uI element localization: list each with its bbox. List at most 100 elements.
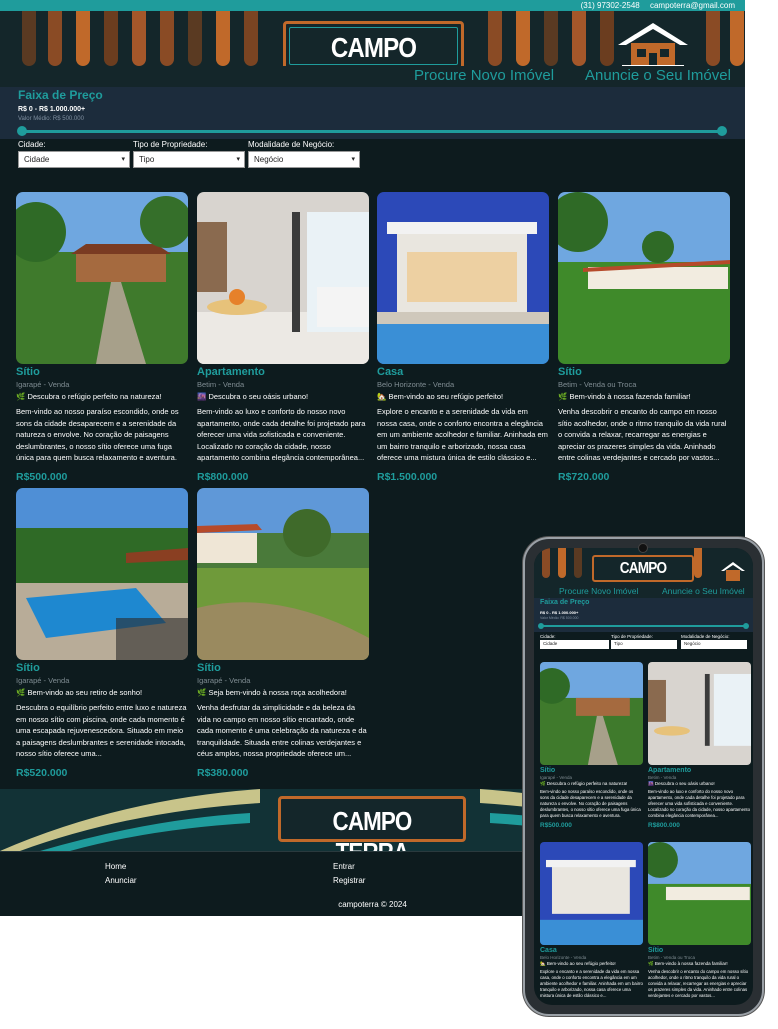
header-banner: CAMPO TERRA: [0, 11, 745, 66]
chevron-down-icon: ▾: [351, 156, 355, 163]
footer-logo[interactable]: CAMPO TERRA: [278, 796, 466, 851]
listing-card[interactable]: Sítio Igarapé - Venda 🌿 Bem-vindo ao seu…: [16, 488, 188, 779]
price-slider-track[interactable]: [22, 130, 722, 133]
camera-icon: [638, 543, 648, 553]
listing-card[interactable]: Apartamento Betim - Venda 🌆 Descubra o s…: [648, 662, 751, 829]
listing-price: R$520.000: [16, 767, 68, 779]
listing-price: R$800.000: [648, 822, 680, 829]
email-address[interactable]: campoterra@gmail.com: [650, 1, 735, 10]
price-filter: Faixa de Preço R$ 0 - R$ 1.000.000+ Valo…: [0, 87, 745, 139]
listing-location: Betim - Venda ou Troca: [558, 380, 637, 389]
listing-headline: Descubra o refúgio perfeito na natureza!: [546, 781, 628, 786]
listing-card[interactable]: Sítio Betim - Venda ou Troca 🌿 Bem-vindo…: [558, 192, 730, 483]
nav-search-property[interactable]: Procure Novo Imóvel: [414, 67, 554, 84]
house-icon[interactable]: [720, 561, 746, 581]
price-range-text: R$ 0 - R$ 1.000.000+: [540, 610, 579, 615]
property-photo[interactable]: [648, 662, 751, 765]
leaf-icon: 🌿: [16, 688, 26, 697]
type-select[interactable]: Tipo: [611, 640, 677, 649]
footer-link-login[interactable]: Entrar: [333, 862, 355, 871]
mobile-logo[interactable]: CAMPO TERRA: [592, 555, 694, 582]
listing-card[interactable]: Sítio Igarapé - Venda 🌿 Seja bem-vindo à…: [197, 488, 369, 779]
leaf-icon: 🌿: [540, 781, 546, 786]
listing-headline: Descubra o seu oásis urbano!: [208, 392, 309, 401]
footer-link-home[interactable]: Home: [105, 862, 126, 871]
listing-title: Sítio: [558, 366, 582, 378]
phone-screen: CAMPO TERRA Procure Novo Imóvel Anuncie …: [534, 548, 753, 1005]
listing-description: Bem-vindo ao nosso paraíso escondido, on…: [540, 789, 641, 818]
deal-select[interactable]: Negócio: [681, 640, 747, 649]
price-filter-title: Faixa de Preço: [540, 599, 590, 606]
footer-link-register[interactable]: Registrar: [333, 876, 365, 885]
property-photo[interactable]: [648, 842, 751, 945]
listing-card[interactable]: Sítio Igarapé - Venda 🌿 Descubra o refúg…: [540, 662, 643, 829]
chevron-down-icon: ▾: [121, 156, 125, 163]
listing-title: Sítio: [648, 947, 664, 954]
mobile-filter-selects: Cidade: Cidade Tipo de Propriedade: Tipo M…: [534, 634, 753, 658]
property-photo[interactable]: [16, 488, 188, 660]
logo-text: CAMPO TERRA: [330, 32, 417, 66]
listing-title: Sítio: [16, 366, 40, 378]
property-photo[interactable]: [377, 192, 549, 364]
nav-advertise-property[interactable]: Anuncie o Seu Imóvel: [662, 586, 745, 596]
listing-card[interactable]: Sítio Betim - Venda ou Troca 🌿 Bem-vindo…: [648, 842, 751, 999]
listing-title: Casa: [540, 947, 557, 954]
listing-headline: Descubra o refúgio perfeito na natureza!: [27, 392, 162, 401]
listing-title: Sítio: [16, 662, 40, 674]
listing-description: Bem-vindo ao luxo e conforto do nosso no…: [197, 407, 366, 463]
property-photo[interactable]: [197, 192, 369, 364]
main-nav: Procure Novo Imóvel Anuncie o Seu Imóvel: [0, 66, 745, 87]
listing-headline: Bem-vindo ao seu retiro de sonho!: [27, 688, 143, 697]
deal-label: Modalidade de Negócio:: [248, 140, 335, 149]
property-photo[interactable]: [16, 192, 188, 364]
site-logo[interactable]: CAMPO TERRA: [283, 21, 464, 66]
mobile-price-filter: Faixa de Preço R$ 0 - R$ 1.000.000+ Valo…: [534, 598, 753, 632]
city-select[interactable]: Cidade ▾: [18, 151, 130, 168]
listing-location: Igarapé - Venda: [197, 676, 251, 685]
type-label: Tipo de Propriedade:: [133, 140, 208, 149]
leaf-icon: 🌿: [648, 961, 654, 966]
listing-description: Bem-vindo ao nosso paraíso escondido, on…: [16, 407, 179, 463]
listing-description: Descubra o equilíbrio perfeito entre lux…: [16, 703, 187, 759]
property-photo[interactable]: [540, 842, 643, 945]
nav-search-property[interactable]: Procure Novo Imóvel: [559, 586, 638, 596]
listing-headline: Seja bem-vindo à nossa roça acolhedora!: [208, 688, 347, 697]
property-photo[interactable]: [558, 192, 730, 364]
property-photo[interactable]: [197, 488, 369, 660]
listing-location: Betim - Venda: [197, 380, 245, 389]
listing-headline: Descubra o seu oásis urbano!: [654, 781, 715, 786]
listing-title: Sítio: [197, 662, 221, 674]
mobile-nav: Procure Novo Imóvel Anuncie o Seu Imóvel: [534, 586, 753, 598]
listing-card[interactable]: Casa Belo Horizonte - Venda 🏡 Bem-vindo …: [377, 192, 549, 483]
city-label: Cidade:: [540, 634, 556, 639]
listing-description: Venha descobrir o encanto do campo em no…: [648, 969, 749, 998]
listing-description: Venha desfrutar da simplicidade e da bel…: [197, 703, 367, 759]
listing-price: R$500.000: [540, 822, 572, 829]
house-icon[interactable]: [614, 19, 692, 66]
chevron-down-icon: ▾: [236, 156, 240, 163]
price-slider-max-handle[interactable]: [717, 126, 727, 136]
contact-bar: (31) 97302-2548 campoterra@gmail.com: [0, 0, 745, 11]
type-select[interactable]: Tipo ▾: [133, 151, 245, 168]
listing-description: Explore o encanto e a serenidade da vida…: [377, 407, 548, 463]
listing-card[interactable]: Sítio Igarapé - Venda 🌿 Descubra o refúg…: [16, 192, 188, 483]
listing-headline: Bem-vindo à nossa fazenda familiar!: [569, 392, 691, 401]
listing-headline: Bem-vindo à nossa fazenda familiar!: [654, 961, 728, 966]
city-select[interactable]: Cidade: [540, 640, 609, 649]
nav-advertise-property[interactable]: Anuncie o Seu Imóvel: [585, 67, 731, 84]
listing-card[interactable]: Apartamento Betim - Venda 🌆 Descubra o s…: [197, 192, 369, 483]
property-photo[interactable]: [540, 662, 643, 765]
listing-title: Apartamento: [648, 767, 692, 774]
listing-title: Sítio: [540, 767, 556, 774]
price-slider-track[interactable]: [542, 625, 746, 627]
logo-text: CAMPO TERRA: [619, 560, 667, 577]
listing-title: Apartamento: [197, 366, 265, 378]
listing-headline: Bem-vindo ao seu refúgio perfeito!: [546, 961, 616, 966]
deal-select[interactable]: Negócio ▾: [248, 151, 360, 168]
price-slider-min-handle[interactable]: [17, 126, 27, 136]
footer-link-advertise[interactable]: Anunciar: [105, 876, 137, 885]
listing-card[interactable]: Casa Belo Horizonte - Venda 🏡 Bem-vindo …: [540, 842, 643, 999]
price-slider-max-handle[interactable]: [743, 623, 749, 629]
price-slider-min-handle[interactable]: [538, 623, 544, 629]
listing-description: Explore o encanto e a serenidade da vida…: [540, 969, 643, 998]
